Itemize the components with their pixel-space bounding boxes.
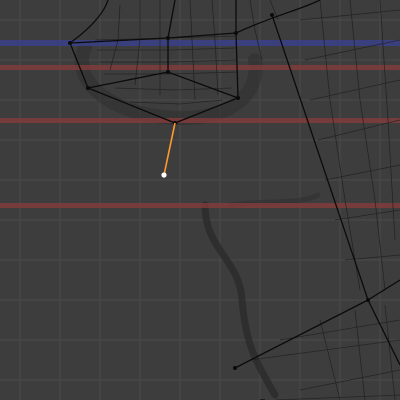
mesh-vertex[interactable] [366,298,370,302]
mesh-vertex[interactable] [234,31,238,35]
mesh-vertex[interactable] [166,70,170,74]
mesh-vertex[interactable] [86,86,90,90]
3d-viewport[interactable] [0,0,400,400]
viewport-grid [0,0,400,400]
mesh-vertex[interactable] [270,13,274,17]
red-guide-line [0,203,400,208]
blue-guide-line [0,40,400,46]
red-guide-line [0,118,400,123]
mesh-vertex[interactable] [233,366,237,370]
selected-vertex[interactable] [161,172,167,178]
viewport-canvas[interactable] [0,0,400,400]
red-guide-line [0,65,400,70]
selected-edge[interactable] [163,122,176,176]
mesh-vertex[interactable] [166,36,170,40]
mesh-vertex[interactable] [236,96,240,100]
mesh-vertex[interactable] [68,41,72,45]
